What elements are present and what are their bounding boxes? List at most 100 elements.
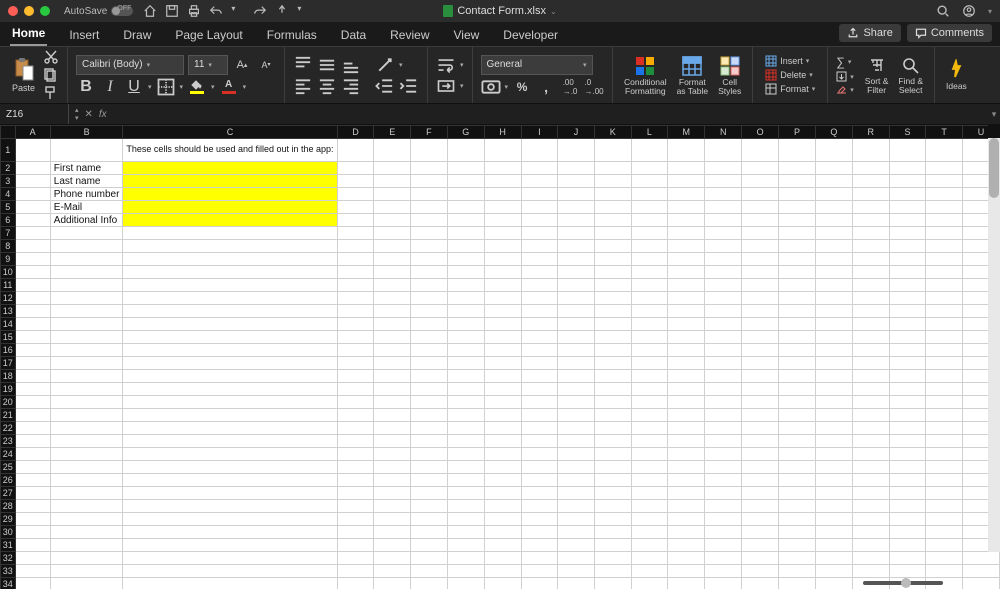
cell[interactable] [558,227,595,240]
cell[interactable] [50,357,123,370]
cell[interactable] [337,552,374,565]
cell[interactable] [594,448,631,461]
decrease-decimal-icon[interactable]: .0→.00 [584,78,604,96]
cell[interactable] [815,188,852,201]
cell[interactable] [50,266,123,279]
cell[interactable] [926,175,963,188]
cell[interactable] [815,318,852,331]
cell[interactable] [374,305,411,318]
cell[interactable] [889,357,926,370]
cell[interactable] [889,474,926,487]
cell[interactable] [815,383,852,396]
borders-icon[interactable] [156,78,176,96]
cell[interactable] [50,526,123,539]
cell[interactable] [15,578,50,589]
cell[interactable] [668,513,705,526]
cell[interactable] [668,162,705,175]
cell[interactable] [742,565,779,578]
cell[interactable] [705,201,742,214]
cell[interactable] [705,526,742,539]
cell[interactable] [889,331,926,344]
cell[interactable] [742,513,779,526]
cell-styles-button[interactable]: Cell Styles [715,55,744,96]
cell[interactable] [963,552,1000,565]
cell[interactable] [815,552,852,565]
cell[interactable] [705,162,742,175]
cell[interactable] [558,240,595,253]
cell[interactable] [374,344,411,357]
cell[interactable] [852,305,889,318]
cell[interactable] [558,305,595,318]
cell[interactable] [15,344,50,357]
cell[interactable] [123,370,337,383]
cell[interactable] [742,162,779,175]
cell[interactable] [337,305,374,318]
cell[interactable] [447,526,484,539]
cell[interactable] [779,487,816,500]
cell[interactable] [779,175,816,188]
cell[interactable] [15,435,50,448]
cell[interactable] [742,435,779,448]
cell[interactable] [852,552,889,565]
cell[interactable] [852,253,889,266]
cell[interactable] [374,513,411,526]
cell[interactable] [123,526,337,539]
cell[interactable] [594,487,631,500]
cell[interactable] [742,409,779,422]
cell[interactable] [337,474,374,487]
cell[interactable] [50,227,123,240]
cell[interactable] [742,240,779,253]
cell[interactable] [521,448,558,461]
comma-icon[interactable]: , [536,78,556,96]
cell[interactable] [742,201,779,214]
vertical-scrollbar[interactable] [988,138,1000,552]
cell[interactable] [926,539,963,552]
cell[interactable] [926,370,963,383]
cell[interactable] [447,565,484,578]
cell[interactable] [742,292,779,305]
cell[interactable] [705,370,742,383]
cell[interactable] [779,201,816,214]
cell[interactable] [558,409,595,422]
cell[interactable] [631,396,668,409]
cell[interactable] [889,422,926,435]
cell[interactable] [374,461,411,474]
cell[interactable] [926,201,963,214]
cell[interactable] [411,305,448,318]
cell[interactable] [815,461,852,474]
cell[interactable] [521,227,558,240]
cell[interactable] [889,500,926,513]
cell[interactable] [123,344,337,357]
cell[interactable] [447,266,484,279]
name-box-dropdown-icon[interactable]: ▴▾ [75,106,79,122]
cell[interactable] [631,139,668,162]
cell[interactable] [668,500,705,513]
cell[interactable] [779,448,816,461]
cell[interactable] [631,474,668,487]
cell[interactable] [374,383,411,396]
cell[interactable] [926,396,963,409]
tab-view[interactable]: View [452,24,482,46]
cell[interactable] [742,370,779,383]
cell[interactable] [889,409,926,422]
cell[interactable] [123,240,337,253]
cell[interactable] [815,305,852,318]
cell[interactable] [668,370,705,383]
cell[interactable] [889,266,926,279]
cell[interactable] [123,500,337,513]
row-header[interactable]: 17 [1,357,16,370]
cell[interactable] [779,188,816,201]
orientation-icon[interactable] [375,56,395,74]
cell[interactable] [374,318,411,331]
cell[interactable] [705,266,742,279]
cell[interactable] [558,318,595,331]
cell[interactable] [594,214,631,227]
tab-formulas[interactable]: Formulas [265,24,319,46]
cell[interactable] [852,175,889,188]
cell[interactable] [50,578,123,589]
cell[interactable] [15,409,50,422]
cell[interactable] [815,500,852,513]
cell[interactable] [631,344,668,357]
cell[interactable] [123,565,337,578]
cell[interactable] [521,370,558,383]
